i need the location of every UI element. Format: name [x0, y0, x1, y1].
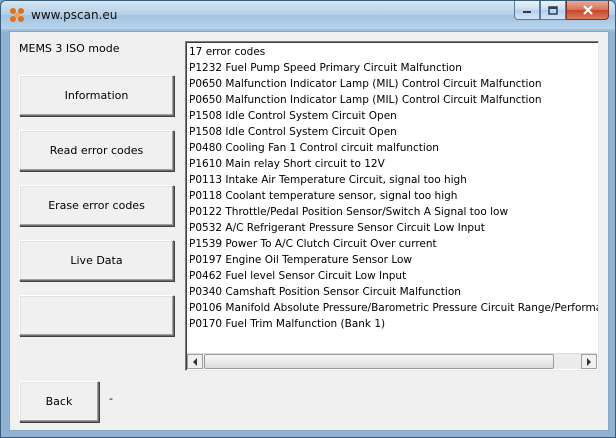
list-item[interactable]: P0340 Camshaft Position Sensor Circuit M… [189, 284, 598, 300]
scroll-right-button[interactable] [581, 354, 597, 369]
scroll-left-button[interactable] [187, 354, 203, 369]
minimize-icon [523, 11, 531, 13]
list-item[interactable]: P0106 Manifold Absolute Pressure/Baromet… [189, 300, 598, 316]
list-item[interactable]: P0122 Throttle/Pedal Position Sensor/Swi… [189, 204, 598, 220]
horizontal-scrollbar[interactable] [187, 353, 597, 369]
live-data-button[interactable]: Live Data [19, 240, 174, 281]
caption-buttons [514, 1, 609, 21]
list-item[interactable]: P0650 Malfunction Indicator Lamp (MIL) C… [189, 76, 598, 92]
maximize-button[interactable] [540, 1, 566, 20]
information-button[interactable]: Information [19, 75, 174, 116]
error-codes-list-content: 17 error codes P1232 Fuel Pump Speed Prim… [189, 44, 598, 332]
list-item[interactable]: P1508 Idle Control System Circuit Open [189, 108, 598, 124]
list-item[interactable]: P1610 Main relay Short circuit to 12V [189, 156, 598, 172]
window-title: www.pscan.eu [31, 8, 118, 22]
mode-label: MEMS 3 ISO mode [19, 42, 120, 55]
error-codes-list[interactable]: 17 error codes P1232 Fuel Pump Speed Prim… [185, 41, 599, 371]
blank-button[interactable] [19, 295, 174, 336]
list-item[interactable]: P0113 Intake Air Temperature Circuit, si… [189, 172, 598, 188]
list-item[interactable]: P0118 Coolant temperature sensor, signal… [189, 188, 598, 204]
maximize-icon [548, 5, 558, 15]
list-item[interactable]: P1232 Fuel Pump Speed Primary Circuit Ma… [189, 60, 598, 76]
list-item[interactable]: P0197 Engine Oil Temperature Sensor Low [189, 252, 598, 268]
pscan-logo-icon [10, 8, 24, 22]
close-icon [582, 5, 593, 15]
erase-error-codes-button[interactable]: Erase error codes [19, 185, 174, 226]
list-item[interactable]: P0532 A/C Refrigerant Pressure Sensor Ci… [189, 220, 598, 236]
status-text: - [109, 392, 113, 405]
list-item[interactable]: P0480 Cooling Fan 1 Control circuit malf… [189, 140, 598, 156]
close-button[interactable] [566, 1, 609, 20]
read-error-codes-button[interactable]: Read error codes [19, 130, 174, 171]
scroll-right-icon [587, 357, 591, 366]
list-item[interactable]: P0462 Fuel level Sensor Circuit Low Inpu… [189, 268, 598, 284]
list-item[interactable]: P1508 Idle Control System Circuit Open [189, 124, 598, 140]
error-count-header[interactable]: 17 error codes [189, 44, 598, 60]
back-button[interactable]: Back [19, 381, 99, 422]
scrollbar-thumb[interactable] [204, 354, 554, 369]
scroll-left-icon [193, 357, 197, 366]
app-window: www.pscan.eu MEMS 3 ISO mode Information… [0, 0, 616, 438]
title-bar[interactable]: www.pscan.eu [1, 1, 615, 29]
minimize-button[interactable] [514, 1, 540, 20]
list-item[interactable]: P0170 Fuel Trim Malfunction (Bank 1) [189, 316, 598, 332]
list-item[interactable]: P1539 Power To A/C Clutch Circuit Over c… [189, 236, 598, 252]
client-area: MEMS 3 ISO mode Information Read error c… [9, 31, 609, 431]
list-item[interactable]: P0650 Malfunction Indicator Lamp (MIL) C… [189, 92, 598, 108]
